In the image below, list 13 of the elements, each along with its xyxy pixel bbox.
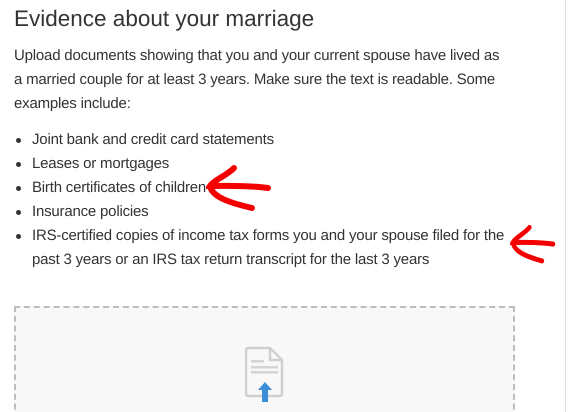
section-heading: Evidence about your marriage: [14, 6, 314, 32]
list-item-text: IRS-certified copies of income tax forms you and your spouse filed for the past 3 years or an IRS tax return transcript for the last 3 years: [32, 226, 506, 270]
list-item-text: Insurance policies: [32, 202, 150, 222]
file-upload-icon: [244, 346, 284, 404]
list-item-text: Joint bank and credit card statements: [32, 130, 275, 150]
bullet-icon: [16, 234, 21, 239]
intro-paragraph: Upload documents showing that you and your current spouse have lived as a married couple for at least 3 years. Make sure the text is readable. Some examples include:: [14, 46, 500, 114]
bullet-icon: [16, 162, 21, 167]
list-item-text: Birth certificates of children: [32, 178, 208, 198]
bullet-icon: [16, 186, 21, 191]
bullet-icon: [16, 138, 21, 143]
list-item-text: Leases or mortgages: [32, 154, 170, 174]
bullet-icon: [16, 210, 21, 215]
